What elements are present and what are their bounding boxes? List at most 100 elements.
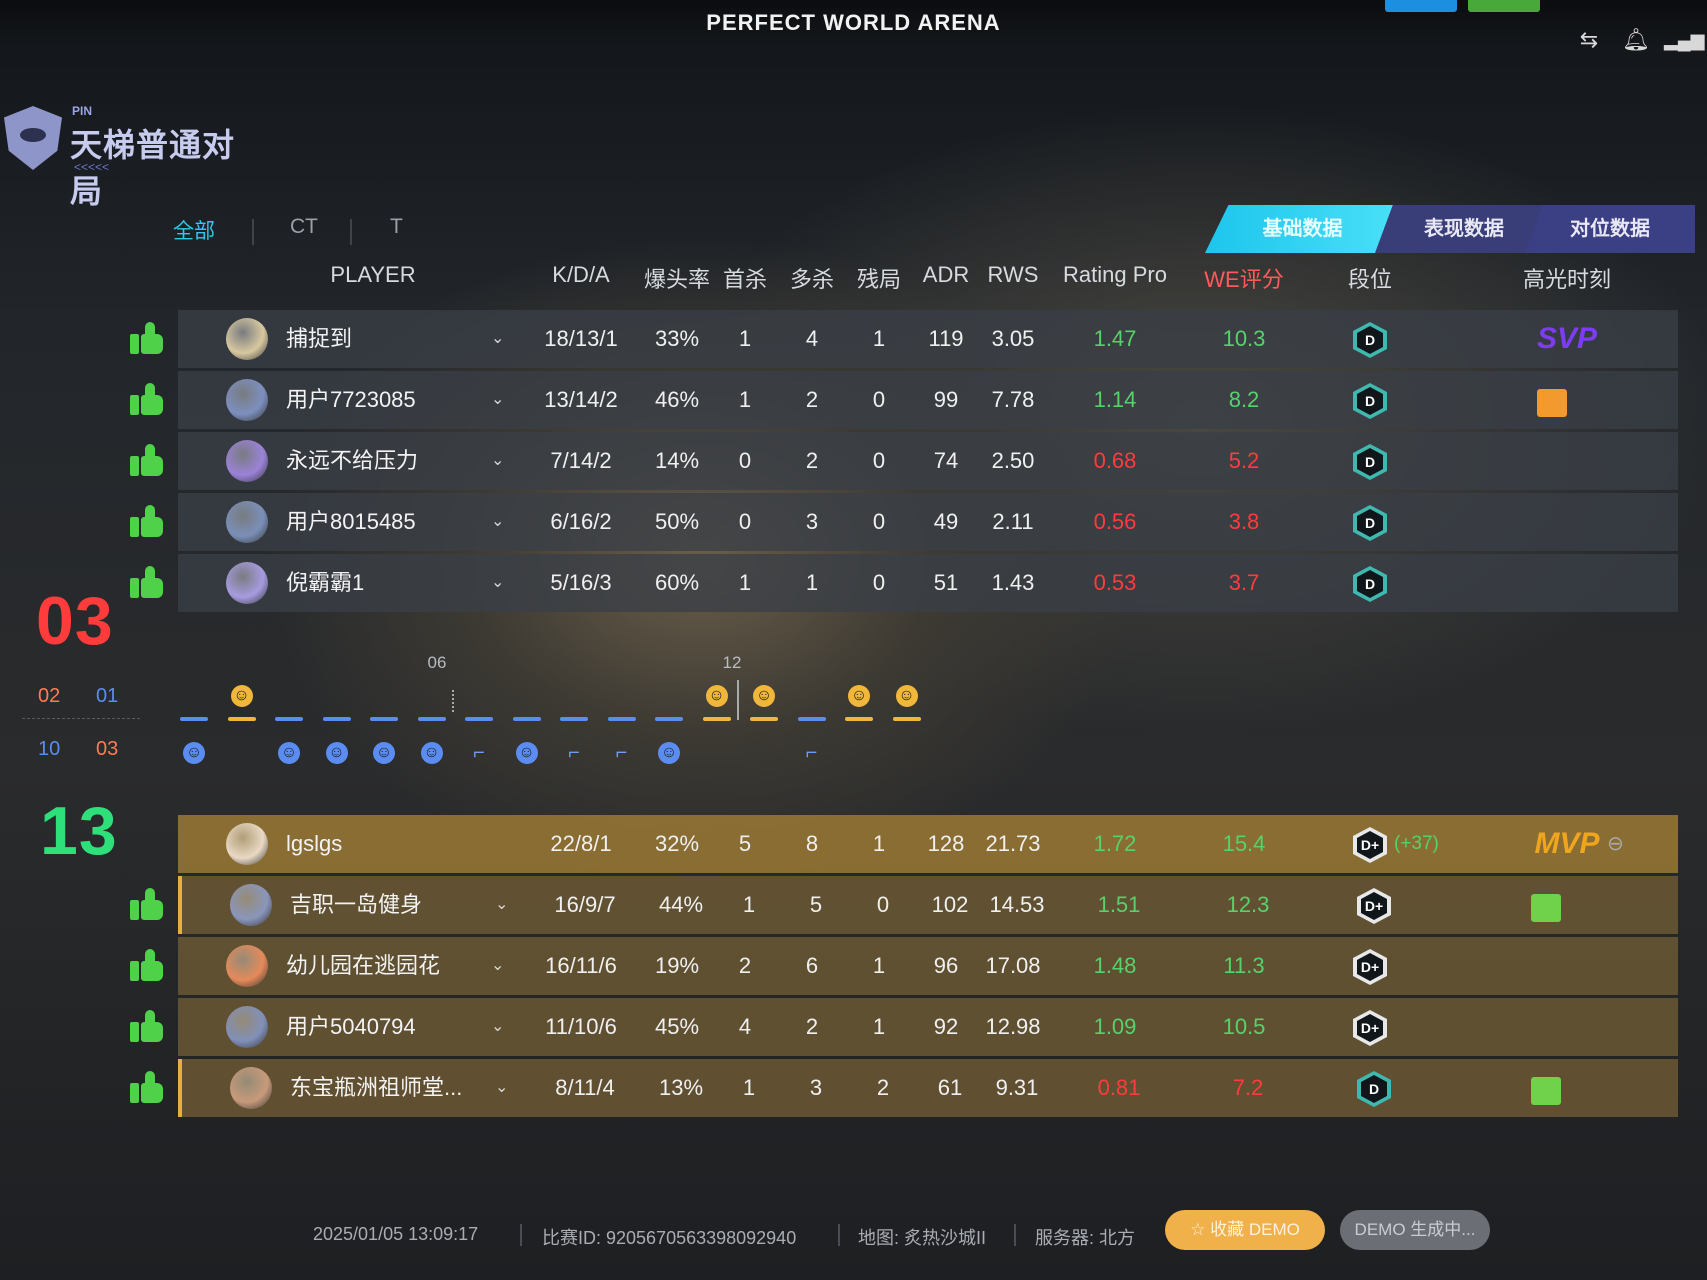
col-header-adr[interactable]: ADR <box>923 262 969 288</box>
player-avatar[interactable] <box>230 884 272 926</box>
rank-badge-icon[interactable]: D <box>1353 505 1387 541</box>
player-avatar[interactable] <box>226 318 268 360</box>
demo-status-button[interactable]: DEMO 生成中... <box>1340 1210 1490 1250</box>
col-header-rank[interactable]: 段位 <box>1348 262 1392 294</box>
like-thumb-icon[interactable] <box>130 949 164 983</box>
player-name[interactable]: 用户7723085 <box>286 371 416 429</box>
player-row[interactable]: 永远不给压力 ⌄ 7/14/2 14% 0 2 0 74 2.50 0.68 5.2 D <box>178 432 1678 490</box>
chevron-down-icon[interactable]: ⌄ <box>491 554 504 612</box>
stat-rating: 1.51 <box>1097 892 1141 917</box>
player-name[interactable]: 永远不给压力 <box>286 432 418 490</box>
player-row[interactable]: 东宝瓶洲祖师堂... ⌄ 8/11/4 13% 1 3 2 61 9.31 0.81 7.2 D <box>178 1059 1678 1117</box>
col-header-headshot[interactable]: 爆头率 <box>644 262 710 294</box>
player-name[interactable]: 吉职一岛健身 <box>290 876 422 934</box>
chevron-down-icon[interactable]: ⌄ <box>491 493 504 551</box>
highlight-medal-icon[interactable] <box>1531 894 1561 922</box>
highlight-medal-icon[interactable] <box>1531 1077 1561 1105</box>
like-thumb-icon[interactable] <box>130 566 164 600</box>
player-avatar[interactable] <box>226 823 268 865</box>
stat-multi-kill: 2 <box>805 1014 819 1039</box>
rank-badge-icon[interactable]: D <box>1353 322 1387 358</box>
chevron-down-icon[interactable]: ⌄ <box>491 937 504 995</box>
player-name[interactable]: lgslgs <box>286 815 342 873</box>
rank-badge-icon[interactable]: D <box>1353 566 1387 602</box>
player-name[interactable]: 用户8015485 <box>286 493 416 551</box>
tab-performance-stats[interactable]: 表现数据 <box>1375 205 1553 253</box>
player-row[interactable]: lgslgs 22/8/1 32% 5 8 1 128 21.73 1.72 15.4 D+ (+37… <box>178 815 1678 873</box>
chevron-down-icon[interactable]: ⌄ <box>491 998 504 1056</box>
rank-badge-icon[interactable]: D <box>1353 444 1387 480</box>
rank-badge-icon[interactable]: D <box>1353 383 1387 419</box>
player-row[interactable]: 捕捉到 ⌄ 18/13/1 33% 1 4 1 119 3.05 1.47 10.3 D SVP <box>178 310 1678 368</box>
player-name[interactable]: 倪霸霸1 <box>286 554 364 612</box>
stat-adr: 51 <box>933 570 959 595</box>
stat-rating: 1.47 <box>1093 326 1137 351</box>
like-thumb-icon[interactable] <box>130 1071 164 1105</box>
like-thumb-icon[interactable] <box>130 888 164 922</box>
player-row[interactable]: 用户7723085 ⌄ 13/14/2 46% 1 2 0 99 7.78 1.14 8.2 D <box>178 371 1678 429</box>
t-win-face-icon: ☺ <box>705 685 728 707</box>
col-header-kda[interactable]: K/D/A <box>552 262 609 288</box>
like-thumb-icon[interactable] <box>130 322 164 356</box>
player-avatar[interactable] <box>226 562 268 604</box>
tab-t[interactable]: T <box>390 215 403 239</box>
stat-clutch: 0 <box>872 448 886 473</box>
player-row[interactable]: 用户8015485 ⌄ 6/16/2 50% 0 3 0 49 2.11 0.56 3.8 D <box>178 493 1678 551</box>
col-header-multi-kill[interactable]: 多杀 <box>790 262 834 294</box>
notification-bell-icon[interactable]: 🔔︎ <box>1622 26 1650 54</box>
player-avatar[interactable] <box>226 945 268 987</box>
thumb-cuff <box>130 900 139 920</box>
collapse-icon[interactable]: ⊖ <box>1607 815 1624 873</box>
chevron-down-icon[interactable]: ⌄ <box>491 371 504 429</box>
player-name[interactable]: 用户5040794 <box>286 998 416 1056</box>
rank-label: D+ <box>1357 1014 1383 1042</box>
rank-badge-icon[interactable]: D+ <box>1353 827 1387 863</box>
player-avatar[interactable] <box>226 501 268 543</box>
rank-label: D+ <box>1357 953 1383 981</box>
player-avatar[interactable] <box>230 1067 272 1109</box>
round-bar <box>227 717 256 721</box>
col-header-rws[interactable]: RWS <box>988 262 1039 288</box>
rank-badge-icon[interactable]: D+ <box>1357 888 1391 924</box>
like-thumb-icon[interactable] <box>130 383 164 417</box>
player-avatar[interactable] <box>226 1006 268 1048</box>
col-header-clutch[interactable]: 残局 <box>857 262 901 294</box>
col-header-we-score[interactable]: WE评分 <box>1204 262 1283 294</box>
player-avatar[interactable] <box>226 440 268 482</box>
col-header-first-kill[interactable]: 首杀 <box>723 262 767 294</box>
chevron-down-icon[interactable]: ⌄ <box>491 310 504 368</box>
chevron-down-icon[interactable]: ⌄ <box>495 876 508 934</box>
player-row[interactable]: 吉职一岛健身 ⌄ 16/9/7 44% 1 5 0 102 14.53 1.51 12.3 D+ <box>178 876 1678 934</box>
stat-multi-kill: 2 <box>805 448 819 473</box>
stat-we-score: 12.3 <box>1226 892 1270 917</box>
player-row[interactable]: 用户5040794 ⌄ 11/10/6 45% 4 2 1 92 12.98 1.09 10.5 D+ <box>178 998 1678 1056</box>
col-header-player[interactable]: PLAYER <box>330 262 415 288</box>
like-thumb-icon[interactable] <box>130 444 164 478</box>
rank-badge-icon[interactable]: D+ <box>1353 949 1387 985</box>
chevron-down-icon[interactable]: ⌄ <box>491 432 504 490</box>
ct-win-face-icon: ☺ <box>515 742 538 764</box>
chevron-down-icon[interactable]: ⌄ <box>495 1059 508 1117</box>
swap-icon[interactable]: ⇆ <box>1575 26 1603 54</box>
rank-badge-icon[interactable]: D+ <box>1353 1010 1387 1046</box>
tab-basic-stats[interactable]: 基础数据 <box>1205 205 1400 253</box>
tab-all[interactable]: 全部 <box>173 215 215 245</box>
highlight-medal-icon[interactable] <box>1537 389 1567 417</box>
player-name[interactable]: 东宝瓶洲祖师堂... <box>290 1059 462 1117</box>
rank-badge-icon[interactable]: D <box>1357 1071 1391 1107</box>
player-row[interactable]: 幼儿园在逃园花 ⌄ 16/11/6 19% 2 6 1 96 17.08 1.48 11.3 D+ <box>178 937 1678 995</box>
round-bar <box>750 717 778 721</box>
save-demo-button[interactable]: ☆ 收藏 DEMO <box>1165 1210 1325 1250</box>
player-name[interactable]: 捕捉到 <box>286 310 352 368</box>
player-row[interactable]: 倪霸霸1 ⌄ 5/16/3 60% 1 1 0 51 1.43 0.53 3.7 D <box>178 554 1678 612</box>
like-thumb-icon[interactable] <box>130 1010 164 1044</box>
titlebar-green-button[interactable] <box>1468 0 1540 12</box>
titlebar-blue-button[interactable] <box>1385 0 1457 12</box>
tab-ct[interactable]: CT <box>290 215 318 239</box>
col-header-rating[interactable]: Rating Pro <box>1063 262 1167 288</box>
player-name[interactable]: 幼儿园在逃园花 <box>286 937 440 995</box>
tab-matchup-stats[interactable]: 对位数据 <box>1525 205 1695 253</box>
player-avatar[interactable] <box>226 379 268 421</box>
match-server: 服务器: 北方 <box>1035 1228 1136 1248</box>
like-thumb-icon[interactable] <box>130 505 164 539</box>
